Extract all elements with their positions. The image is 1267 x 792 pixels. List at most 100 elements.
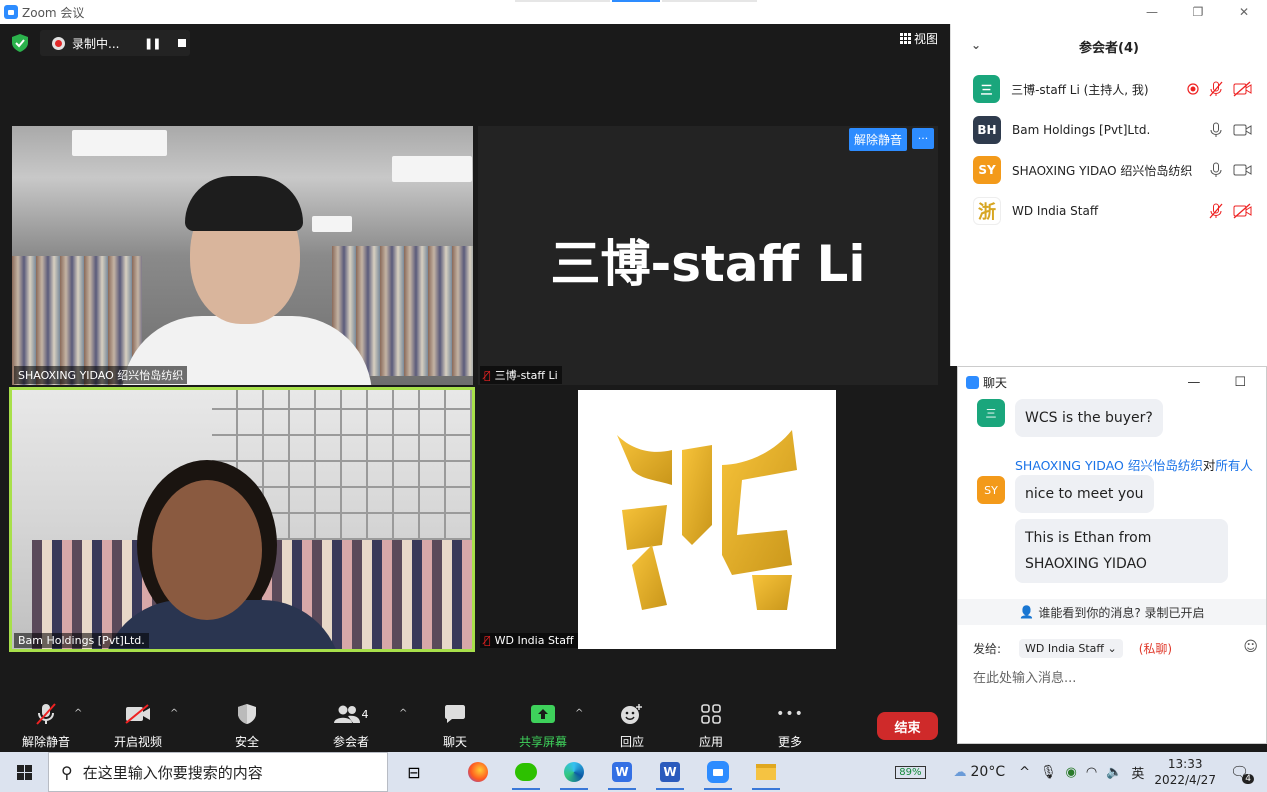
task-view-icon[interactable]: ⊟ bbox=[390, 752, 438, 792]
emoji-icon[interactable]: ☺ bbox=[1243, 639, 1258, 655]
tile-unmute-button[interactable]: 解除静音 bbox=[848, 128, 907, 151]
collapse-chevron-icon[interactable]: ⌄ bbox=[971, 38, 981, 52]
chat-button[interactable]: 聊天 bbox=[415, 702, 495, 750]
participants-button[interactable]: 4 ^ 参会者 bbox=[311, 702, 407, 750]
mic-muted-icon[interactable] bbox=[1208, 81, 1224, 97]
chat-sender-line: SHAOXING YIDAO 绍兴怡岛纺织对所有人 bbox=[1015, 458, 1253, 473]
chat-input[interactable]: 在此处输入消息... bbox=[973, 667, 1076, 686]
video-tile-wd-india[interactable]: 🎙̸ WD India Staff bbox=[478, 390, 938, 649]
person-lock-icon: 👤 bbox=[1019, 605, 1035, 619]
video-icon[interactable] bbox=[1233, 122, 1253, 138]
start-button[interactable] bbox=[0, 752, 48, 792]
participant-row[interactable]: BH Bam Holdings [Pvt]Ltd. bbox=[973, 116, 1253, 144]
mic-icon[interactable] bbox=[1208, 162, 1224, 178]
security-tray-icon[interactable]: ◉ bbox=[1066, 765, 1077, 780]
mic-muted-icon: 🎙̸ bbox=[484, 634, 491, 647]
tile-name-tag: SHAOXING YIDAO 绍兴怡岛纺织 bbox=[14, 366, 188, 384]
firefox-icon[interactable] bbox=[454, 752, 502, 792]
word-icon[interactable]: W bbox=[646, 752, 694, 792]
participant-row[interactable]: SY SHAOXING YIDAO 绍兴怡岛纺织 bbox=[973, 156, 1253, 184]
close-button[interactable]: ✕ bbox=[1221, 0, 1267, 24]
search-icon: ⚲ bbox=[61, 762, 73, 782]
taskbar-search-box[interactable]: ⚲ 在这里输入你要搜索的内容 bbox=[48, 752, 388, 792]
video-tile-host[interactable]: 三博-staff Li 解除静音 ··· 🎙̸ 三博-staff Li bbox=[478, 126, 938, 385]
zoom-logo-icon bbox=[4, 5, 18, 19]
title-bar-tabs bbox=[515, 0, 759, 2]
more-icon: ••• bbox=[776, 706, 804, 722]
file-explorer-icon[interactable] bbox=[742, 752, 790, 792]
taskbar-clock[interactable]: 13:33 2022/4/27 bbox=[1154, 756, 1216, 788]
share-options-caret[interactable]: ^ bbox=[575, 708, 583, 719]
video-off-icon[interactable] bbox=[1233, 203, 1253, 219]
avatar: 浙 bbox=[973, 197, 1001, 225]
start-video-button[interactable]: ^ 开启视频 bbox=[98, 702, 178, 750]
security-button[interactable]: 安全 bbox=[207, 702, 287, 750]
send-to-dropdown[interactable]: WD India Staff ⌄ bbox=[1019, 639, 1123, 658]
system-tray: 89% ☁ 20°C ^ 🎙 ◉ ◠ 🔈 英 13:33 2022/4/27 🗨… bbox=[895, 752, 1267, 792]
participant-name: WD India Staff bbox=[1012, 204, 1099, 218]
ime-indicator[interactable]: 英 bbox=[1131, 763, 1144, 782]
chat-icon bbox=[415, 702, 495, 726]
pause-recording-button[interactable]: ❚❚ bbox=[144, 37, 161, 50]
participant-row[interactable]: 三 三博-staff Li (主持人, 我) bbox=[973, 75, 1253, 103]
wifi-icon[interactable]: ◠ bbox=[1086, 765, 1097, 780]
recording-indicator: 录制中... ❚❚ bbox=[40, 30, 190, 56]
tray-expand-icon[interactable]: ^ bbox=[1019, 765, 1030, 780]
battery-indicator[interactable]: 89% bbox=[895, 765, 926, 779]
video-tile-bam-holdings[interactable]: Bam Holdings [Pvt]Ltd. bbox=[9, 387, 475, 652]
participant-row[interactable]: 浙 WD India Staff bbox=[973, 197, 1253, 225]
chat-message: WCS is the buyer? bbox=[1015, 399, 1163, 437]
video-options-caret[interactable]: ^ bbox=[170, 708, 178, 719]
private-chat-label: (私聊) bbox=[1138, 642, 1173, 656]
video-tile-shaoxing[interactable]: SHAOXING YIDAO 绍兴怡岛纺织 bbox=[12, 126, 473, 385]
wechat-icon[interactable] bbox=[502, 752, 550, 792]
message-visibility-link[interactable]: 👤 谁能看到你的消息? 录制已开启 bbox=[958, 599, 1266, 625]
apps-button[interactable]: 应用 bbox=[671, 702, 751, 750]
tile-name-tag: 🎙̸ WD India Staff bbox=[480, 633, 578, 648]
reactions-button[interactable]: 回应 bbox=[592, 702, 672, 750]
title-bar: Zoom 会议 — ❐ ✕ bbox=[0, 0, 1267, 24]
recording-label: 录制中... bbox=[72, 36, 120, 51]
weather-temp[interactable]: 20°C bbox=[971, 764, 1006, 780]
mic-icon[interactable] bbox=[1208, 122, 1224, 138]
video-off-icon[interactable] bbox=[1233, 81, 1253, 97]
view-button-label: 视图 bbox=[913, 32, 938, 46]
avatar: BH bbox=[973, 116, 1001, 144]
share-screen-button[interactable]: ^ 共享屏幕 bbox=[503, 702, 583, 750]
restore-button[interactable]: ❐ bbox=[1175, 0, 1221, 24]
participant-name: SHAOXING YIDAO 绍兴怡岛纺织 bbox=[1012, 163, 1193, 178]
recording-icon bbox=[1187, 83, 1199, 95]
meeting-area: 录制中... ❚❚ 视图 SHAOXING YIDAO 绍兴怡岛纺织 三博-st… bbox=[0, 24, 950, 752]
mic-tray-icon[interactable]: 🎙 bbox=[1040, 765, 1057, 780]
participant-name: 三博-staff Li (主持人, 我) bbox=[1011, 82, 1149, 97]
notification-icon[interactable]: 🗨 4 bbox=[1230, 763, 1254, 784]
stop-recording-button[interactable] bbox=[178, 39, 187, 47]
chat-title: 聊天 bbox=[983, 375, 1008, 390]
chat-maximize-button[interactable]: ☐ bbox=[1234, 375, 1246, 390]
zoom-logo-icon bbox=[966, 375, 979, 389]
share-screen-icon bbox=[503, 702, 583, 726]
chat-minimize-button[interactable]: — bbox=[1187, 375, 1200, 390]
participants-title: 参会者(4) bbox=[1079, 40, 1139, 56]
participants-panel: ⌄ 参会者(4) 三 三博-staff Li (主持人, 我) BH Bam H… bbox=[950, 24, 1267, 366]
weather-icon: ☁ bbox=[953, 764, 967, 780]
video-icon[interactable] bbox=[1233, 162, 1253, 178]
more-button[interactable]: ••• 更多 bbox=[750, 702, 830, 750]
zoom-taskbar-icon[interactable] bbox=[694, 752, 742, 792]
volume-icon[interactable]: 🔈 bbox=[1106, 765, 1122, 780]
encryption-shield-icon[interactable] bbox=[12, 34, 28, 52]
host-display-name: 三博-staff Li bbox=[550, 235, 866, 293]
audio-options-caret[interactable]: ^ bbox=[74, 708, 82, 719]
tile-name-tag: 🎙̸ 三博-staff Li bbox=[480, 366, 562, 384]
participants-options-caret[interactable]: ^ bbox=[399, 708, 407, 719]
minimize-button[interactable]: — bbox=[1129, 0, 1175, 24]
end-meeting-button[interactable]: 结束 bbox=[877, 712, 938, 740]
participants-count: 4 bbox=[361, 707, 369, 721]
unmute-button[interactable]: ^ 解除静音 bbox=[6, 702, 86, 750]
edge-icon[interactable] bbox=[550, 752, 598, 792]
mic-muted-icon[interactable] bbox=[1208, 203, 1224, 219]
view-button[interactable]: 视图 bbox=[899, 30, 938, 47]
tile-more-button[interactable]: ··· bbox=[912, 128, 934, 149]
wps-icon[interactable]: W bbox=[598, 752, 646, 792]
shield-icon bbox=[207, 702, 287, 726]
